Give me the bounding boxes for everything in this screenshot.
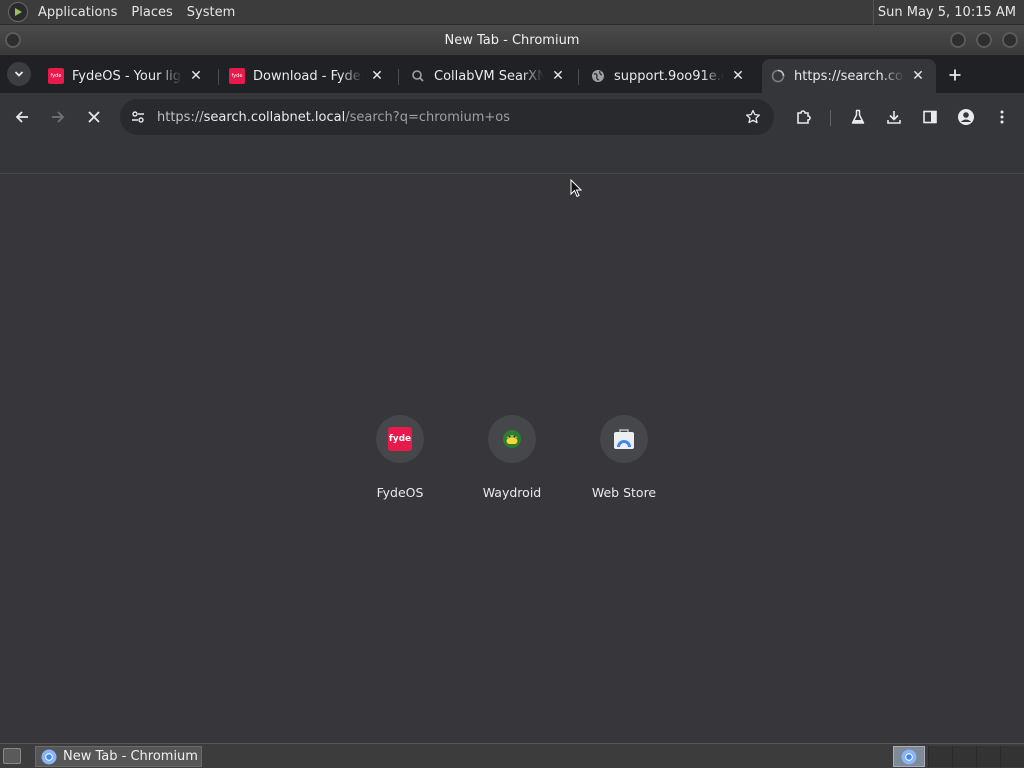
tab-title: Download - FydeOS bbox=[253, 68, 363, 84]
bookmark-star-icon[interactable] bbox=[745, 109, 761, 129]
tab-title: CollabVM SearXNG bbox=[434, 68, 544, 84]
menu-system[interactable]: System bbox=[180, 0, 242, 25]
close-tab-icon[interactable]: ✕ bbox=[188, 68, 204, 84]
taskbar-window-label: New Tab - Chromium bbox=[63, 749, 198, 764]
workspace-4[interactable] bbox=[1000, 746, 1024, 767]
url-path: /search?q=chromium+os bbox=[345, 109, 511, 125]
close-tab-icon[interactable]: ✕ bbox=[550, 68, 566, 84]
shortcut-waydroid[interactable]: Waydroid bbox=[456, 415, 568, 500]
waydroid-icon bbox=[503, 430, 521, 448]
download-icon bbox=[887, 111, 901, 124]
close-window-button[interactable] bbox=[1002, 32, 1018, 48]
downloads-button[interactable] bbox=[882, 105, 906, 129]
arrow-right-icon bbox=[52, 111, 65, 123]
web-store-icon bbox=[614, 429, 634, 449]
url-text[interactable]: https://search.collabnet.local/search?q=… bbox=[157, 110, 510, 125]
site-info-icon[interactable] bbox=[130, 109, 146, 129]
shortcut-web-store[interactable]: Web Store bbox=[568, 415, 680, 500]
close-icon bbox=[88, 111, 100, 123]
arrow-left-icon bbox=[15, 111, 28, 123]
menu-places[interactable]: Places bbox=[124, 0, 179, 25]
show-desktop-icon[interactable] bbox=[3, 748, 21, 764]
tab-3[interactable]: CollabVM SearXNG ✕ bbox=[402, 59, 577, 93]
top-panel: Applications Places System Sun May 5, 10… bbox=[0, 0, 1024, 25]
labs-button[interactable] bbox=[846, 105, 870, 129]
tab-search-button[interactable] bbox=[7, 62, 31, 86]
workspace-3[interactable] bbox=[976, 746, 1000, 767]
chevron-down-icon bbox=[14, 71, 24, 77]
tab-separator bbox=[578, 69, 579, 85]
searxng-icon bbox=[410, 68, 426, 84]
close-tab-icon[interactable]: ✕ bbox=[910, 68, 926, 84]
url-scheme: https:// bbox=[157, 109, 204, 125]
panel-clock[interactable]: Sun May 5, 10:15 AM bbox=[872, 0, 1020, 25]
shortcut-fydeos[interactable]: fyde FydeOS bbox=[344, 415, 456, 500]
menu-applications[interactable]: Applications bbox=[31, 0, 124, 25]
bottom-taskbar: New Tab - Chromium bbox=[0, 743, 1024, 768]
workspace-1[interactable] bbox=[928, 746, 952, 767]
forward-button[interactable] bbox=[46, 105, 70, 129]
window-title: New Tab - Chromium bbox=[444, 32, 580, 48]
new-tab-page: fyde FydeOS Waydroid Web Store bbox=[0, 175, 1024, 743]
side-panel-icon bbox=[923, 110, 937, 124]
menu-button[interactable] bbox=[990, 105, 1014, 129]
tab-separator bbox=[218, 69, 219, 85]
plus-icon bbox=[949, 69, 961, 81]
workspace-2[interactable] bbox=[952, 746, 976, 767]
tab-strip: fyde FydeOS - Your lightweight OS ✕ fyde… bbox=[0, 55, 1024, 93]
stop-button[interactable] bbox=[82, 105, 106, 129]
tab-separator bbox=[398, 69, 399, 85]
shortcut-tile[interactable]: fyde bbox=[376, 415, 424, 463]
shortcut-label: Web Store bbox=[591, 485, 657, 500]
shortcut-tile[interactable] bbox=[600, 415, 648, 463]
taskbar-window-chromium[interactable]: New Tab - Chromium bbox=[35, 746, 202, 767]
tab-2[interactable]: fyde Download - FydeOS ✕ bbox=[221, 59, 396, 93]
url-host: search.collabnet.local bbox=[203, 109, 346, 125]
address-bar[interactable]: https://search.collabnet.local/search?q=… bbox=[120, 99, 774, 135]
tab-title: support.9oo91e.qjz9zk bbox=[614, 68, 724, 84]
side-panel-button[interactable] bbox=[918, 105, 942, 129]
tab-title: https://search.collabnet.local bbox=[794, 68, 904, 84]
puzzle-icon bbox=[797, 110, 811, 124]
extensions-button[interactable] bbox=[792, 105, 816, 129]
fydeos-icon: fyde bbox=[229, 68, 245, 84]
loading-icon bbox=[770, 68, 786, 84]
window-menu-button[interactable] bbox=[5, 32, 21, 48]
bookmark-bar bbox=[0, 141, 1024, 174]
profile-icon bbox=[958, 109, 974, 125]
tab-4[interactable]: support.9oo91e.qjz9zk ✕ bbox=[582, 59, 757, 93]
shortcut-tile[interactable] bbox=[488, 415, 536, 463]
shortcut-label: FydeOS bbox=[376, 485, 424, 500]
desktop: Applications Places System Sun May 5, 10… bbox=[0, 0, 1024, 768]
close-tab-icon[interactable]: ✕ bbox=[369, 68, 385, 84]
browser-toolbar: https://search.collabnet.local/search?q=… bbox=[0, 93, 1024, 141]
tray-chromium-button[interactable] bbox=[893, 746, 925, 767]
profile-button[interactable] bbox=[954, 105, 978, 129]
distro-logo-icon[interactable] bbox=[8, 2, 28, 22]
toolbar-divider bbox=[830, 110, 831, 126]
tab-title: FydeOS - Your lightweight OS bbox=[72, 68, 182, 84]
chromium-icon bbox=[901, 749, 917, 764]
maximize-button[interactable] bbox=[976, 32, 992, 48]
fydeos-icon: fyde bbox=[388, 427, 412, 451]
globe-icon bbox=[590, 68, 606, 84]
tab-1[interactable]: fyde FydeOS - Your lightweight OS ✕ bbox=[40, 59, 215, 93]
back-button[interactable] bbox=[10, 105, 34, 129]
more-vertical-icon bbox=[1000, 110, 1004, 124]
tab-5-active[interactable]: https://search.collabnet.local ✕ bbox=[762, 59, 936, 93]
chromium-icon bbox=[41, 749, 57, 764]
close-tab-icon[interactable]: ✕ bbox=[730, 68, 746, 84]
minimize-button[interactable] bbox=[950, 32, 966, 48]
shortcut-label: Waydroid bbox=[482, 485, 542, 500]
window-titlebar[interactable]: New Tab - Chromium bbox=[0, 25, 1024, 55]
fydeos-icon: fyde bbox=[48, 68, 64, 84]
mouse-cursor-icon bbox=[570, 179, 582, 198]
flask-icon bbox=[851, 109, 865, 124]
new-tab-button[interactable] bbox=[944, 64, 966, 86]
